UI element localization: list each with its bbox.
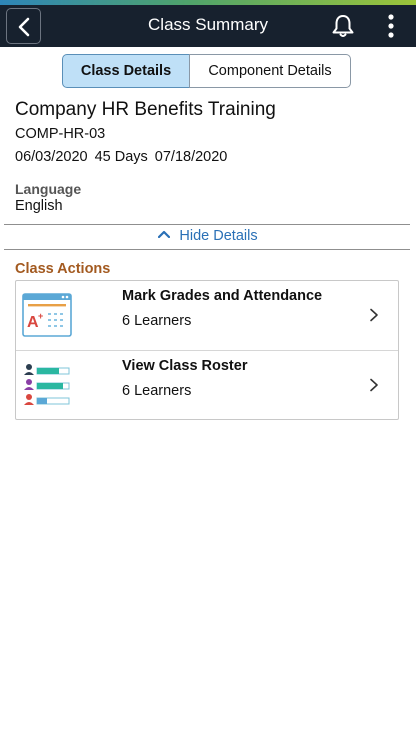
divider-bottom (4, 249, 410, 250)
class-actions-list: A + Mark Grades and Attendance 6 Learner… (15, 280, 399, 420)
more-options-button[interactable] (382, 12, 400, 40)
language-label: Language (15, 181, 82, 197)
roster-icon (24, 364, 70, 405)
view-roster-action[interactable]: View Class Roster 6 Learners (16, 350, 398, 419)
action-subtitle: 6 Learners (122, 383, 192, 399)
hide-details-link[interactable]: Hide Details (0, 228, 416, 248)
class-code: COMP-HR-03 (15, 126, 106, 142)
start-date: 06/03/2020 (15, 149, 88, 165)
tab-component-details[interactable]: Component Details (189, 54, 351, 88)
divider-top (4, 224, 410, 225)
class-dates: 06/03/2020 45 Days 07/18/2020 (15, 149, 234, 165)
end-date: 07/18/2020 (154, 149, 228, 165)
svg-text:+: + (38, 311, 43, 321)
hide-details-label: Hide Details (179, 228, 258, 244)
back-button[interactable] (6, 8, 41, 44)
tab-class-details[interactable]: Class Details (62, 54, 190, 88)
notifications-button[interactable] (330, 13, 356, 39)
action-title: Mark Grades and Attendance (122, 288, 323, 304)
app-header: Class Summary (0, 5, 416, 47)
class-title: Company HR Benefits Training (15, 99, 276, 120)
duration: 45 Days (94, 149, 148, 165)
class-actions-heading: Class Actions (15, 261, 111, 277)
grades-icon: A + (22, 293, 72, 337)
action-subtitle: 6 Learners (122, 313, 192, 329)
mark-grades-action[interactable]: A + Mark Grades and Attendance 6 Learner… (16, 281, 398, 350)
language-value: English (15, 198, 63, 214)
chevron-up-icon (158, 231, 171, 239)
chevron-right-icon (370, 308, 378, 322)
more-vertical-icon (388, 14, 394, 38)
chevron-left-icon (18, 17, 30, 37)
action-title: View Class Roster (122, 358, 248, 374)
chevron-right-icon (370, 378, 378, 392)
bell-icon (332, 15, 354, 37)
